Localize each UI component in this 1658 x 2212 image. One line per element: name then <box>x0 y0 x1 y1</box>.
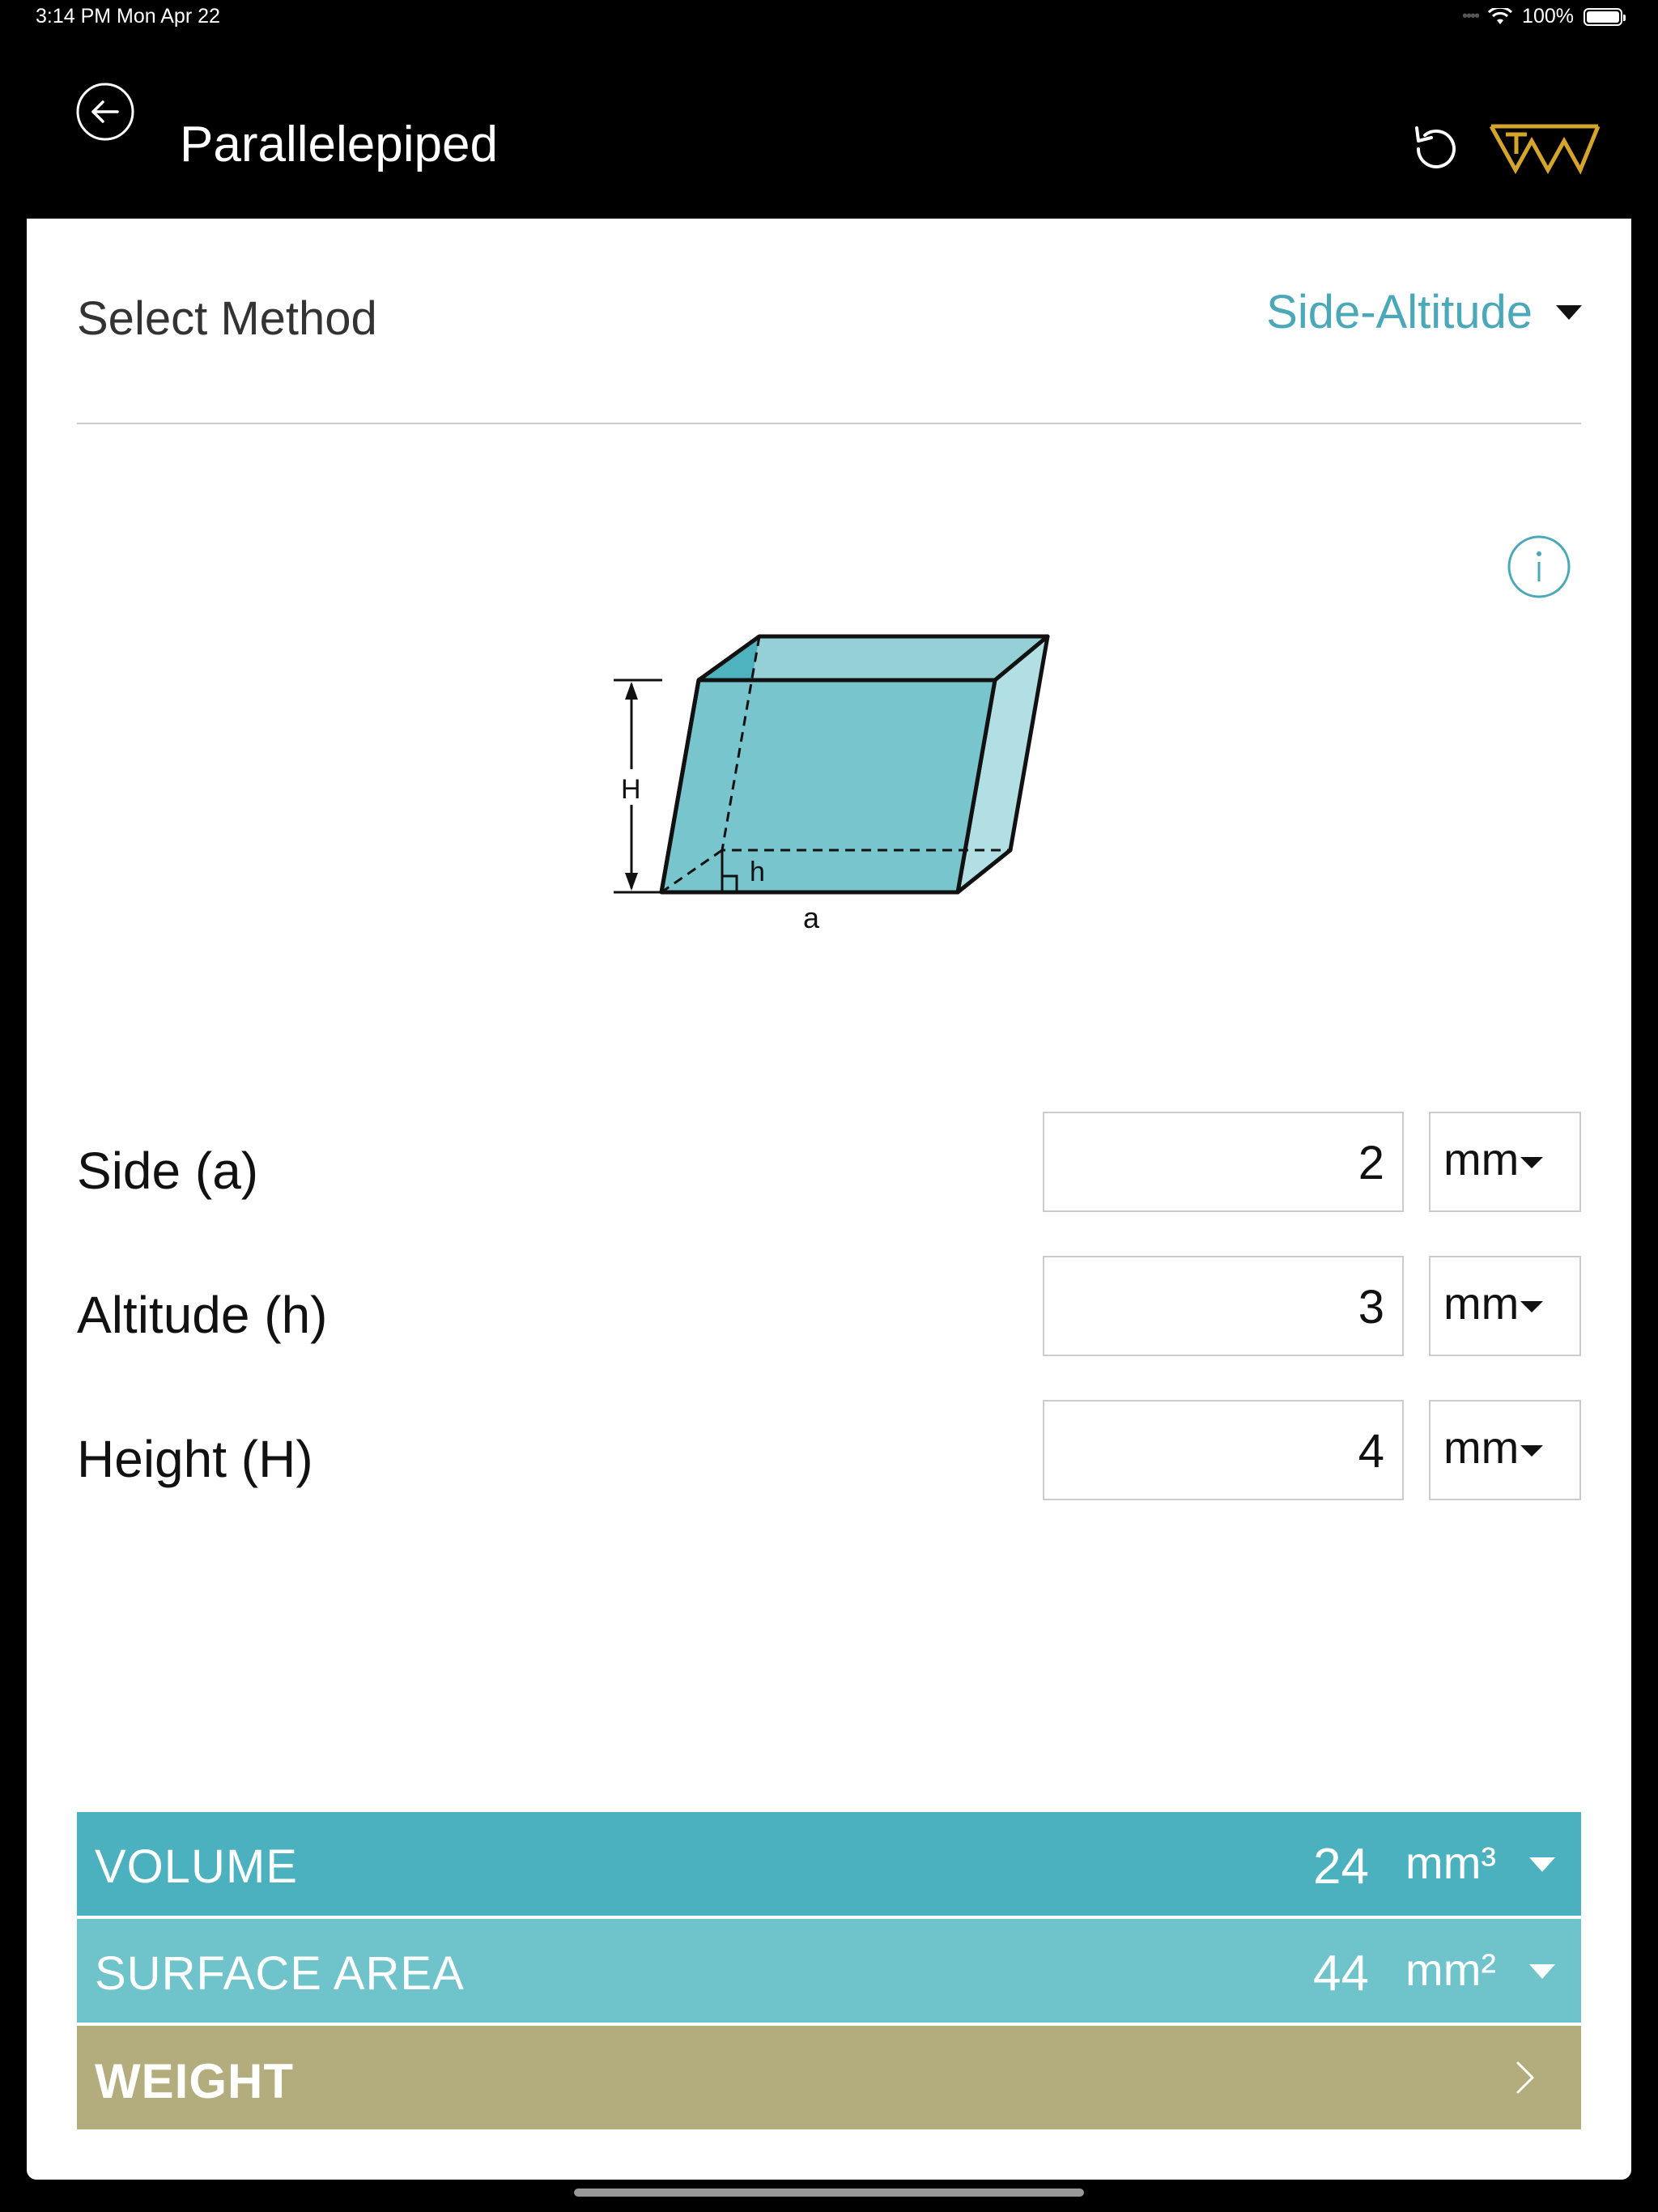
signal-icon: •••• <box>1462 7 1480 25</box>
surface-area-value: 44 <box>1313 1946 1369 2001</box>
height-label: Height (H) <box>77 1430 313 1488</box>
back-arrow-icon[interactable] <box>75 82 135 142</box>
status-bar: 3:14 PM Mon Apr 22 •••• 100% <box>0 0 1658 40</box>
volume-value: 24 <box>1313 1839 1369 1895</box>
wifi-icon <box>1488 7 1513 24</box>
input-row-side: Side (a) 2 mm <box>77 1112 1581 1217</box>
select-method-label: Select Method <box>77 292 377 345</box>
volume-unit-caret-icon[interactable] <box>1529 1857 1555 1872</box>
surface-area-unit[interactable]: mm² <box>1405 1943 1496 1996</box>
parallelepiped-diagram: h H a <box>614 634 1050 934</box>
reset-icon[interactable] <box>1407 120 1465 178</box>
input-row-altitude: Altitude (h) 3 mm <box>77 1256 1581 1361</box>
method-dropdown-caret-icon[interactable] <box>1556 305 1582 320</box>
side-unit-label: mm <box>1443 1134 1520 1185</box>
home-indicator <box>574 2189 1084 2197</box>
side-label: Side (a) <box>77 1142 259 1200</box>
caret-down-icon <box>1520 1445 1544 1457</box>
side-input[interactable]: 2 <box>1043 1112 1404 1212</box>
altitude-unit-select[interactable]: mm <box>1429 1256 1581 1356</box>
volume-unit[interactable]: mm³ <box>1405 1836 1496 1889</box>
surface-area-label: SURFACE AREA <box>95 1947 465 2000</box>
altitude-unit-label: mm <box>1443 1278 1520 1329</box>
method-dropdown[interactable]: Side-Altitude <box>1266 285 1533 339</box>
chevron-right-icon <box>1516 2061 1534 2094</box>
volume-label: VOLUME <box>95 1840 298 1893</box>
caret-down-icon <box>1520 1301 1544 1313</box>
volume-result-bar[interactable]: VOLUME 24 mm³ <box>77 1812 1581 1916</box>
surface-area-unit-caret-icon[interactable] <box>1529 1964 1555 1979</box>
input-row-height: Height (H) 4 mm <box>77 1400 1581 1505</box>
info-icon[interactable] <box>1507 534 1571 599</box>
status-time: 3:14 PM Mon Apr 22 <box>36 5 220 28</box>
weight-label: WEIGHT <box>95 2054 294 2108</box>
surface-area-result-bar[interactable]: SURFACE AREA 44 mm² <box>77 1919 1581 2023</box>
diagram-label-a: a <box>803 901 820 934</box>
battery-icon <box>1584 7 1626 26</box>
diagram-label-H: H <box>621 774 641 805</box>
page-title: Parallelepiped <box>180 117 498 172</box>
diagram-label-h: h <box>750 857 765 887</box>
side-unit-select[interactable]: mm <box>1429 1112 1581 1212</box>
weight-button[interactable]: WEIGHT <box>77 2026 1581 2129</box>
caret-down-icon <box>1520 1157 1544 1169</box>
height-input[interactable]: 4 <box>1043 1400 1404 1500</box>
altitude-label: Altitude (h) <box>77 1286 328 1344</box>
altitude-input[interactable]: 3 <box>1043 1256 1404 1356</box>
height-unit-select[interactable]: mm <box>1429 1400 1581 1500</box>
height-unit-label: mm <box>1443 1422 1520 1473</box>
battery-percent: 100% <box>1522 5 1574 28</box>
status-right: •••• 100% <box>1462 5 1626 28</box>
logo-icon <box>1489 124 1601 175</box>
divider <box>77 423 1581 424</box>
